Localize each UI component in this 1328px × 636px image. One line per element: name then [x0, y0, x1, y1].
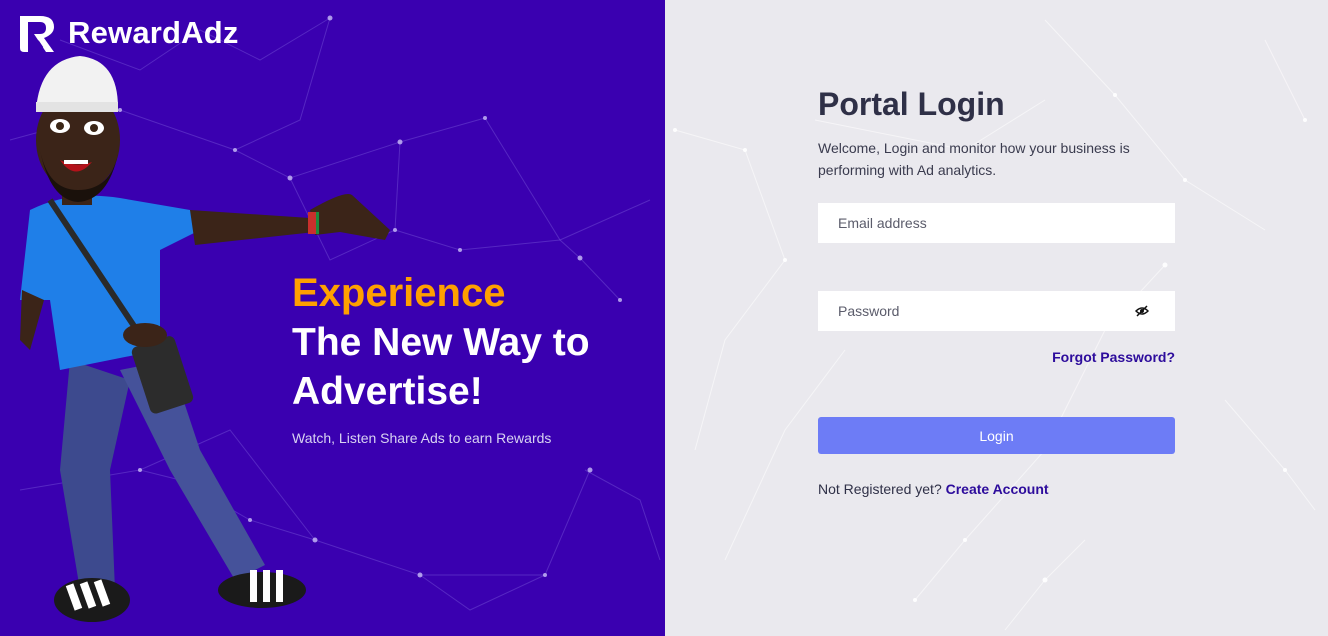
eye-hidden-icon[interactable] — [1134, 304, 1150, 323]
hero-headline-1: The New Way to — [292, 321, 590, 364]
register-text: Not Registered yet? — [818, 481, 942, 497]
login-description: Welcome, Login and monitor how your busi… — [818, 140, 1130, 178]
login-button[interactable]: Login — [818, 417, 1175, 454]
email-placeholder: Email address — [838, 215, 927, 231]
password-field[interactable]: Password — [818, 291, 1175, 331]
password-placeholder: Password — [838, 303, 900, 319]
create-account-link[interactable]: Create Account — [946, 481, 1049, 497]
rewardadz-logo-icon — [20, 16, 54, 52]
register-prompt: Not Registered yet? Create Account — [818, 481, 1049, 497]
page-title: Portal Login — [818, 86, 1005, 122]
hero-panel: RewardAdz Experience The New Way to Adve… — [0, 0, 665, 636]
hero-accent: Experience — [292, 271, 506, 315]
hero-subtitle: Watch, Listen Share Ads to earn Rewards — [292, 430, 552, 446]
brand-name: RewardAdz — [68, 15, 239, 50]
email-field[interactable]: Email address — [818, 203, 1175, 243]
login-form: Portal Login Welcome, Login and monitor … — [818, 86, 1175, 497]
forgot-password-link[interactable]: Forgot Password? — [1052, 349, 1175, 365]
login-panel: Portal Login Welcome, Login and monitor … — [665, 0, 1328, 636]
hero-text: Experience The New Way to Advertise! Wat… — [292, 268, 590, 446]
hero-headline-2: Advertise! — [292, 370, 483, 413]
brand-logo[interactable]: RewardAdz — [16, 12, 239, 54]
